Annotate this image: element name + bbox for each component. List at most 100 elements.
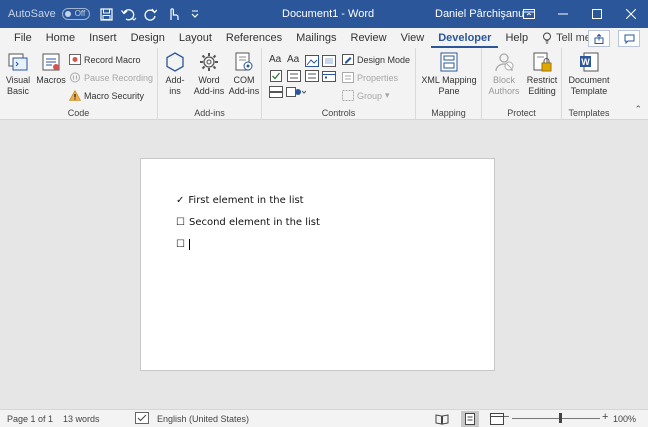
- design-mode-label: Design Mode: [357, 54, 411, 65]
- zoom-in-button[interactable]: +: [602, 411, 608, 423]
- macros-button[interactable]: Macros: [36, 51, 66, 86]
- group-templates-label: Templates: [568, 108, 610, 118]
- building-block-control-icon[interactable]: [322, 55, 336, 67]
- com-addins-button[interactable]: COM Add-ins: [228, 51, 260, 97]
- zoom-slider[interactable]: [512, 418, 600, 419]
- ribbon-display-options-icon[interactable]: [512, 0, 546, 28]
- group-addins: Add- ins Word Add-ins COM Add-ins Add-in…: [158, 48, 262, 120]
- tab-file[interactable]: File: [0, 28, 39, 48]
- legacy-tools-icon[interactable]: [286, 86, 306, 98]
- tab-developer[interactable]: Developer: [431, 28, 499, 48]
- group-mapping-label: Mapping: [431, 108, 466, 118]
- group-controls-label: Controls: [321, 108, 356, 118]
- chevron-down-icon: ▾: [385, 90, 390, 100]
- group-controls: Aa Aa Design Mode Properties Group ▾ Con…: [262, 48, 416, 120]
- addins-label: Add- ins: [165, 75, 185, 96]
- macros-icon: [42, 53, 60, 71]
- design-mode-button[interactable]: Design Mode: [342, 54, 410, 65]
- close-icon[interactable]: [614, 0, 648, 28]
- print-layout-icon[interactable]: [461, 411, 479, 427]
- tab-help[interactable]: Help: [498, 28, 535, 48]
- dropdown-control-icon[interactable]: [305, 70, 319, 82]
- maximize-icon[interactable]: [580, 0, 614, 28]
- xml-mapping-icon: [440, 52, 458, 72]
- redo-icon[interactable]: [140, 3, 162, 25]
- checkbox-control-icon[interactable]: [269, 70, 283, 82]
- xml-mapping-pane-button[interactable]: XML Mapping Pane: [418, 51, 480, 97]
- date-picker-control-icon[interactable]: [322, 70, 336, 82]
- document-canvas: ✓ First element in the list ☐ Second ele…: [0, 121, 648, 409]
- share-icon: [594, 33, 604, 44]
- word-addins-button[interactable]: Word Add-ins: [192, 51, 226, 97]
- list-item[interactable]: ☐: [176, 239, 190, 250]
- plain-text-control-icon[interactable]: Aa: [287, 54, 299, 65]
- empty-checkbox-icon: ☐: [176, 217, 185, 228]
- status-bar: Page 1 of 1 13 words English (United Sta…: [0, 409, 648, 427]
- restrict-editing-button[interactable]: Restrict Editing: [524, 51, 560, 97]
- pause-recording-label: Pause Recording: [84, 72, 154, 83]
- group-code-label: Code: [67, 108, 90, 118]
- tab-references[interactable]: References: [219, 28, 289, 48]
- collapse-ribbon-icon[interactable]: ⌃: [634, 104, 642, 115]
- share-button[interactable]: [588, 30, 610, 47]
- document-template-button[interactable]: W Document Template: [564, 51, 614, 97]
- group-mapping: XML Mapping Pane Mapping: [416, 48, 482, 120]
- visual-basic-button[interactable]: Visual Basic: [4, 51, 32, 97]
- repeating-section-control-icon[interactable]: [269, 86, 283, 98]
- touch-mode-icon[interactable]: [162, 3, 184, 25]
- record-macro-button[interactable]: Record Macro: [69, 54, 141, 65]
- list-item-text: First element in the list: [188, 195, 304, 206]
- restrict-editing-label: Restrict Editing: [526, 75, 558, 96]
- combobox-control-icon[interactable]: [287, 70, 301, 82]
- pause-icon: [70, 72, 80, 83]
- zoom-out-button[interactable]: −: [503, 411, 509, 423]
- autosave-toggle[interactable]: Off: [61, 8, 90, 20]
- language[interactable]: English (United States): [157, 414, 249, 424]
- properties-button[interactable]: Properties: [342, 72, 398, 83]
- read-mode-icon[interactable]: [433, 411, 451, 427]
- list-item[interactable]: ☐ Second element in the list: [176, 217, 320, 228]
- customize-qat-icon[interactable]: [184, 3, 206, 25]
- record-macro-label: Record Macro: [84, 54, 141, 65]
- checkmark-icon: ✓: [176, 195, 185, 206]
- proofing-icon[interactable]: [135, 412, 149, 426]
- block-authors-label: Block Authors: [488, 75, 520, 96]
- addins-button[interactable]: Add- ins: [162, 51, 188, 97]
- page-count[interactable]: Page 1 of 1: [7, 414, 53, 424]
- com-addins-icon: [235, 52, 253, 71]
- user-name[interactable]: Daniel Pârchişanu: [435, 8, 524, 20]
- block-authors-button[interactable]: Block Authors: [486, 51, 522, 97]
- comments-button[interactable]: [618, 30, 640, 47]
- tab-home[interactable]: Home: [39, 28, 82, 48]
- rich-text-control-icon[interactable]: Aa: [269, 54, 281, 65]
- visual-basic-label: Visual Basic: [5, 75, 31, 96]
- gear-icon: [200, 53, 218, 71]
- list-item-text: Second element in the list: [188, 217, 320, 228]
- document-template-label: Document Template: [568, 75, 610, 96]
- comment-icon: [624, 34, 634, 44]
- tab-insert[interactable]: Insert: [82, 28, 124, 48]
- com-addins-label: COM Add-ins: [228, 75, 260, 96]
- hexagon-addins-icon: [166, 52, 184, 72]
- group-addins-label: Add-ins: [194, 108, 225, 118]
- macro-security-button[interactable]: Macro Security: [69, 90, 144, 101]
- undo-icon[interactable]: [118, 3, 140, 25]
- zoom-level[interactable]: 100%: [613, 414, 636, 424]
- pause-recording-button[interactable]: Pause Recording: [69, 72, 153, 83]
- word-count[interactable]: 13 words: [63, 414, 100, 424]
- tab-layout[interactable]: Layout: [172, 28, 219, 48]
- document-page[interactable]: ✓ First element in the list ☐ Second ele…: [140, 158, 495, 371]
- save-icon[interactable]: [96, 3, 118, 25]
- group-button[interactable]: Group ▾: [342, 90, 390, 101]
- tab-design[interactable]: Design: [124, 28, 172, 48]
- minimize-icon[interactable]: [546, 0, 580, 28]
- tab-view[interactable]: View: [394, 28, 432, 48]
- group-protect-label: Protect: [507, 108, 536, 118]
- tab-mailings[interactable]: Mailings: [289, 28, 343, 48]
- group-protect: Block Authors Restrict Editing Protect: [482, 48, 562, 120]
- picture-control-icon[interactable]: [305, 55, 319, 67]
- tab-review[interactable]: Review: [344, 28, 394, 48]
- autosave-control[interactable]: AutoSave Off: [8, 8, 90, 20]
- list-item[interactable]: ✓ First element in the list: [176, 195, 304, 206]
- zoom-slider-thumb[interactable]: [559, 413, 562, 423]
